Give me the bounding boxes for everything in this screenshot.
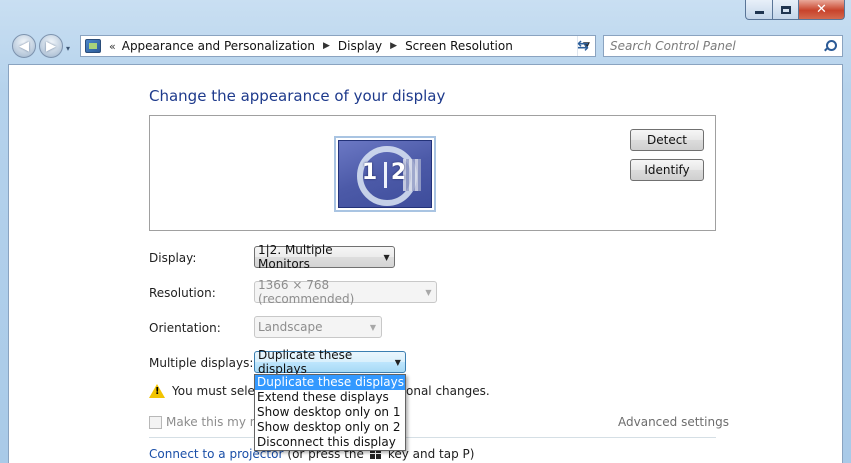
option-disconnect-display[interactable]: Disconnect this display — [255, 435, 405, 450]
refresh-icon[interactable]: ⇆ — [570, 36, 596, 56]
monitor-divider — [383, 162, 387, 188]
close-icon: ✕ — [816, 2, 827, 17]
maximize-icon — [780, 5, 791, 14]
forward-button[interactable]: ▶ — [39, 34, 63, 58]
option-show-only-1[interactable]: Show desktop only on 1 — [255, 405, 405, 420]
identify-button[interactable]: Identify — [630, 159, 704, 181]
multiple-displays-select[interactable]: Duplicate these displays ▼ — [254, 348, 406, 376]
monitor-number-1: 1 — [361, 160, 380, 185]
forward-arrow-icon: ▶ — [46, 38, 56, 54]
content-pane: Change the appearance of your display 1 … — [8, 64, 843, 463]
multiple-displays-label: Multiple displays: — [149, 356, 254, 370]
chevron-down-icon: ▼ — [425, 287, 432, 297]
option-duplicate-displays[interactable]: Duplicate these displays — [255, 375, 405, 390]
breadcrumb-display[interactable]: Display — [338, 39, 382, 53]
page-title: Change the appearance of your display — [149, 87, 446, 105]
display-select-value: 1|2. Multiple Monitors — [258, 243, 333, 271]
navigation-bar: ◀ ▶ ▾ « Appearance and Personalization ▶… — [0, 32, 851, 60]
monitor-number-2: 2 — [390, 160, 409, 185]
monitor-number-label: 1 2 — [360, 160, 411, 188]
monitor-image: 1 2 — [338, 140, 432, 208]
display-select[interactable]: 1|2. Multiple Monitors ▼ — [254, 243, 395, 271]
breadcrumb-arrow-icon[interactable]: ▶ — [323, 41, 330, 51]
control-panel-icon — [85, 39, 101, 53]
warning-text-continued: onal changes. — [406, 384, 490, 398]
display-preview: 1 2 Detect Identify — [149, 115, 716, 231]
minimize-button[interactable] — [745, 0, 773, 20]
orientation-select-value: Landscape — [258, 320, 323, 334]
monitor-thumbnail[interactable]: 1 2 — [334, 136, 436, 212]
main-display-option: Make this my ma — [149, 415, 269, 429]
multiple-displays-select-value: Duplicate these displays — [258, 348, 353, 376]
close-button[interactable]: ✕ — [799, 0, 845, 20]
option-extend-displays[interactable]: Extend these displays — [255, 390, 405, 405]
search-icon[interactable] — [824, 40, 837, 52]
search-box[interactable]: Search Control Panel — [603, 35, 843, 57]
breadcrumb-screen-resolution[interactable]: Screen Resolution — [405, 39, 513, 53]
divider — [149, 437, 716, 438]
resolution-select-value: 1366 × 768 (recommended) — [258, 278, 355, 306]
orientation-select[interactable]: Landscape ▼ — [254, 316, 382, 338]
breadcrumb-appearance[interactable]: Appearance and Personalization — [122, 39, 315, 53]
warning-icon — [149, 384, 165, 398]
address-overflow-chevron[interactable]: « — [109, 40, 116, 53]
recent-pages-dropdown[interactable]: ▾ — [66, 44, 70, 53]
warning-message: You must selec — [149, 384, 262, 398]
back-button[interactable]: ◀ — [12, 34, 36, 58]
chevron-down-icon: ▼ — [394, 357, 401, 367]
chevron-down-icon: ▼ — [383, 252, 390, 262]
minimize-icon — [754, 11, 764, 14]
resolution-label: Resolution: — [149, 286, 216, 300]
chevron-down-icon: ▼ — [369, 322, 377, 332]
main-display-checkbox[interactable] — [149, 415, 162, 429]
back-arrow-icon: ◀ — [19, 38, 29, 54]
multiple-displays-dropdown-list: Duplicate these displays Extend these di… — [254, 374, 406, 451]
window-frame: ✕ ◀ ▶ ▾ « Appearance and Personalization… — [0, 0, 851, 463]
breadcrumb-arrow-icon[interactable]: ▶ — [390, 41, 397, 51]
search-input[interactable]: Search Control Panel — [610, 39, 736, 53]
address-bar[interactable]: « Appearance and Personalization ▶ Displ… — [80, 35, 596, 57]
orientation-label: Orientation: — [149, 321, 221, 335]
resolution-select[interactable]: 1366 × 768 (recommended) ▼ — [254, 278, 437, 306]
option-show-only-2[interactable]: Show desktop only on 2 — [255, 420, 405, 435]
display-label: Display: — [149, 251, 197, 265]
detect-button[interactable]: Detect — [630, 129, 704, 151]
warning-text: You must selec — [172, 384, 262, 398]
maximize-button[interactable] — [773, 0, 799, 20]
caption-buttons: ✕ — [745, 0, 845, 20]
advanced-settings-link[interactable]: Advanced settings — [618, 415, 729, 429]
